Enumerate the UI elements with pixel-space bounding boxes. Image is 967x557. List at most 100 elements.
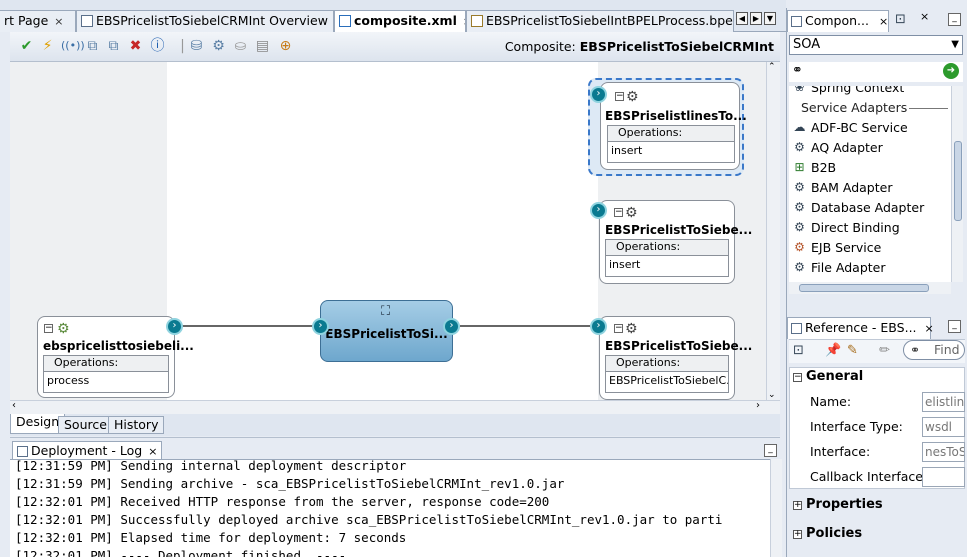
tab-start-page[interactable]: rt Page × [0,10,76,32]
tab-deployment-log[interactable]: Deployment - Log × [12,441,163,461]
interface-type-field[interactable]: wsdl [922,417,965,437]
copy-icon[interactable]: ⧉ [84,37,101,55]
close-icon[interactable]: × [925,322,934,335]
reference-endpoint-icon[interactable]: › [590,202,607,219]
info-icon[interactable]: ⓘ [149,37,166,55]
collapse-icon[interactable]: − [614,324,623,333]
bpel-process-component[interactable]: ⛶ EBSPricelistToSi... [320,300,453,362]
reference-component-2[interactable]: − ⚙ EBSPricelistToSiebe... Operations: i… [599,200,752,284]
palette-vertical-scrollbar[interactable] [951,86,963,282]
scroll-thumb[interactable] [954,141,962,221]
scroll-right-icon[interactable]: › [756,400,760,411]
wire-service-to-bpel[interactable] [182,325,320,327]
log-line: [12:32:01 PM] Elapsed time for deploymen… [15,530,407,545]
collapse-icon: − [793,372,802,382]
reference-endpoint-icon[interactable]: › [590,86,607,103]
focus-icon[interactable]: ⊡ [793,343,804,358]
tab-bpel-process[interactable]: EBSPricelistToSiebelIntBPELProcess.bpel× [466,10,734,32]
general-section-header[interactable]: − General [793,368,863,386]
scroll-tabs-right-icon[interactable]: ▶ [750,12,762,25]
scroll-down-icon[interactable]: ⌄ [768,390,776,400]
tab-overview[interactable]: EBSPricelistToSiebelCRMInt Overview× [76,10,334,32]
editor-tab-bar: rt Page × EBSPricelistToSiebelCRMInt Over… [0,0,786,33]
close-icon[interactable]: × [879,15,888,28]
collapse-icon[interactable]: − [615,92,624,101]
database-adapter-icon: ⚙ [794,200,805,214]
binoculars-icon[interactable]: ⚭ [792,63,803,78]
bpel-reference-endpoint-icon[interactable]: › [443,318,460,335]
tab-list-dropdown-icon[interactable]: ▼ [764,12,776,25]
palette-item-b2b[interactable]: ⊞ B2B [789,158,951,178]
canvas-vertical-scrollbar[interactable]: ⌃ ⌄ [766,62,780,400]
component-palette-list: ❀ Spring Context Service Adapters ☁ ADF-BC… [789,86,951,282]
direct-binding-icon: ⚙ [794,220,805,234]
tab-source[interactable]: Source [58,416,113,434]
go-icon[interactable]: ➜ [943,63,959,79]
pencil-icon[interactable]: ✏ [879,343,890,358]
service-endpoint-icon[interactable]: › [166,318,183,335]
minimize-icon[interactable]: _ [764,444,777,457]
scroll-left-icon[interactable]: ‹ [12,400,16,411]
properties-section-header[interactable]: + Properties [793,496,883,514]
tab-history[interactable]: History [108,416,165,434]
collapse-icon[interactable]: − [614,208,623,217]
pin-icon[interactable]: 📌 [825,343,841,358]
reference-component-1[interactable]: − ⚙ EBSPriselistlinesTo... Operations: i… [588,78,747,176]
palette-item-spring-context[interactable]: ❀ Spring Context [789,86,951,98]
tab-composite-xml[interactable]: composite.xml× [334,10,466,33]
page-icon[interactable]: ▤ [254,37,271,55]
deploy-icon[interactable]: ⚡ [39,37,56,55]
cylinder-icon[interactable]: ⛀ [232,37,249,55]
wire-icon[interactable]: ((•)) [61,37,85,55]
bpel-process-icon: ⛶ [381,304,391,319]
minimize-icon[interactable]: _ [948,320,961,333]
tab-component-palette[interactable]: Compon... × [787,10,889,32]
scroll-up-icon[interactable]: ⌃ [768,62,776,72]
palette-item-ejb-service[interactable]: ⚙ EJB Service [789,238,951,258]
paste-icon[interactable]: ⧉ [105,37,122,55]
callback-interface-field[interactable] [922,467,965,487]
scroll-thumb[interactable] [799,284,929,292]
operations-box: Operations: process [43,355,169,393]
scroll-tabs-left-icon[interactable]: ◀ [736,12,748,25]
binoculars-icon: ⚭ [910,343,921,357]
delete-icon[interactable]: ✖ [127,37,144,55]
tab-reference-properties[interactable]: Reference - EBS... × [787,317,934,339]
palette-item-file-adapter[interactable]: ⚙ File Adapter [789,258,951,278]
palette-horizontal-scrollbar[interactable] [789,282,951,294]
close-icon[interactable]: × [54,15,63,28]
test-icon[interactable]: ⊕ [277,37,294,55]
palette-item-direct-binding[interactable]: ⚙ Direct Binding [789,218,951,238]
close-icon[interactable]: × [920,10,929,23]
collapse-icon[interactable]: − [44,324,53,333]
properties-find-input[interactable]: ⚭ Find [903,340,965,360]
close-icon[interactable]: × [148,445,157,458]
policies-section-header[interactable]: + Policies [793,525,862,543]
resource-palette-icon[interactable]: ⊡ [895,12,906,27]
palette-category-select[interactable]: SOA ▼ [789,35,963,55]
reference-endpoint-icon[interactable]: › [590,318,607,335]
palette-search-row[interactable]: ⚭ ➜ [789,62,963,82]
canvas-horizontal-scrollbar[interactable]: ‹ › [10,400,780,414]
palette-item-aq-adapter[interactable]: ⚙ AQ Adapter [789,138,951,158]
palette-icon [791,16,802,27]
aq-adapter-icon: ⚙ [794,140,805,154]
expand-icon: + [793,529,802,539]
structure-icon[interactable]: ⚙ [210,37,227,55]
reference-component-3[interactable]: − ⚙ EBSPricelistToSiebe... Operations: E… [599,316,752,400]
validate-icon[interactable]: ✔ [18,37,35,55]
editor-view-tabs: Design Source History [10,414,780,436]
tab-design[interactable]: Design [10,414,66,434]
wire-bpel-to-reference[interactable] [460,325,590,327]
interface-field[interactable]: nesToS [922,442,965,462]
minimize-icon[interactable]: _ [948,13,961,26]
log-scrollbar[interactable] [770,459,782,557]
service-component[interactable]: − ⚙ ebspricelisttosiebeli... Operations:… [37,316,194,398]
database-icon[interactable]: ⛁ [188,37,205,55]
palette-item-adf-bc-service[interactable]: ☁ ADF-BC Service [789,118,951,138]
palette-item-database-adapter[interactable]: ⚙ Database Adapter [789,198,951,218]
bpel-service-endpoint-icon[interactable]: › [312,318,329,335]
palette-item-bam-adapter[interactable]: ⚙ BAM Adapter [789,178,951,198]
name-field[interactable]: elistline [922,392,965,412]
edit-properties-icon[interactable]: ✎ [847,343,858,358]
